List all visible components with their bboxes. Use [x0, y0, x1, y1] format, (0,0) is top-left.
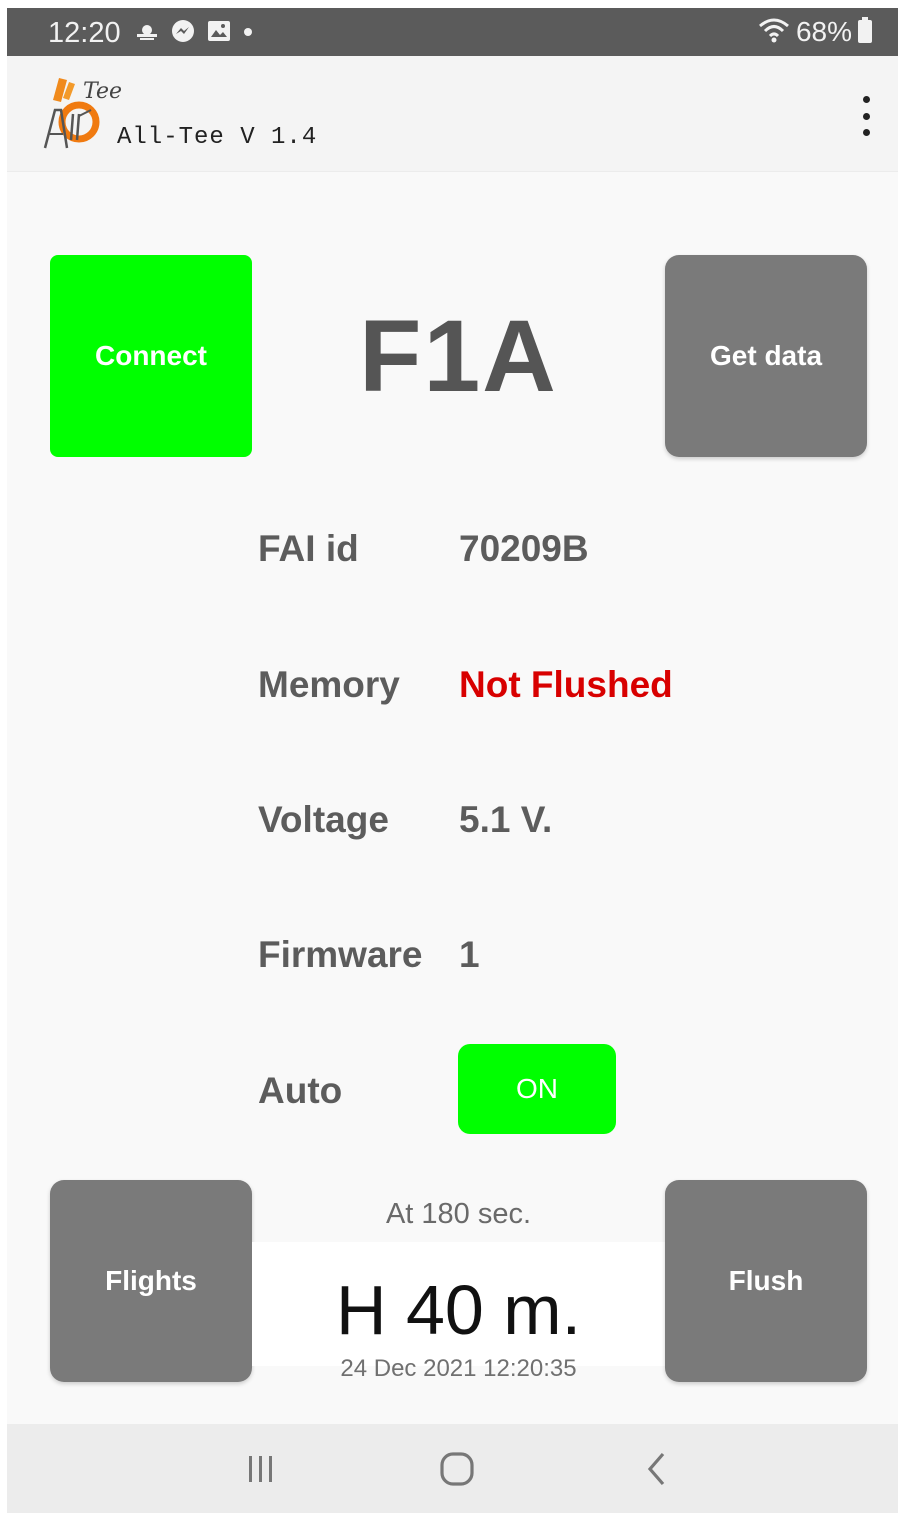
- notification-dot-icon: [243, 24, 253, 42]
- memory-value: Not Flushed: [459, 664, 673, 705]
- status-time: 12:20: [48, 17, 121, 49]
- voltage-label: Voltage: [258, 799, 389, 840]
- height-reading: H 40 m.: [335, 1271, 582, 1349]
- status-right: 68%: [758, 16, 872, 48]
- connect-button[interactable]: Connect: [50, 255, 252, 457]
- fai-id-value: 70209B: [459, 528, 589, 569]
- wifi-icon: [758, 17, 790, 48]
- memory-label: Memory: [258, 664, 400, 705]
- status-notification-icons: [135, 19, 253, 48]
- messenger-icon: [171, 19, 195, 48]
- firmware-value: 1: [459, 934, 480, 975]
- battery-percent: 68%: [795, 16, 852, 47]
- recents-icon[interactable]: [241, 1446, 281, 1492]
- svg-text:Tee: Tee: [83, 79, 121, 104]
- firmware-label: Firmware: [258, 934, 423, 975]
- navigation-bar: [7, 1424, 898, 1513]
- gallery-icon: [207, 20, 231, 47]
- overflow-menu-icon[interactable]: [855, 96, 877, 136]
- phone-screen: 12:20 68% Tee All-Tee V 1.4 Connect F1A …: [7, 8, 898, 1513]
- weather-icon: [135, 21, 159, 46]
- auto-label: Auto: [258, 1070, 343, 1111]
- battery-icon: [858, 16, 872, 48]
- app-bar: Tee All-Tee V 1.4: [7, 56, 898, 172]
- back-icon[interactable]: [637, 1446, 677, 1492]
- fai-id-label: FAI id: [258, 528, 359, 569]
- get-data-button[interactable]: Get data: [665, 255, 867, 457]
- auto-toggle[interactable]: ON: [458, 1044, 616, 1134]
- home-icon[interactable]: [437, 1446, 477, 1492]
- reading-timestamp: 24 Dec 2021 12:20:35: [340, 1355, 577, 1382]
- app-logo: Tee: [39, 70, 122, 154]
- app-title: All-Tee V 1.4: [117, 124, 318, 151]
- reading-caption: At 180 sec.: [385, 1198, 532, 1230]
- status-bar: 12:20 68%: [7, 8, 898, 56]
- model-name: F1A: [359, 299, 558, 413]
- flush-button[interactable]: Flush: [665, 1180, 867, 1382]
- voltage-value: 5.1 V.: [459, 799, 553, 840]
- flights-button[interactable]: Flights: [50, 1180, 252, 1382]
